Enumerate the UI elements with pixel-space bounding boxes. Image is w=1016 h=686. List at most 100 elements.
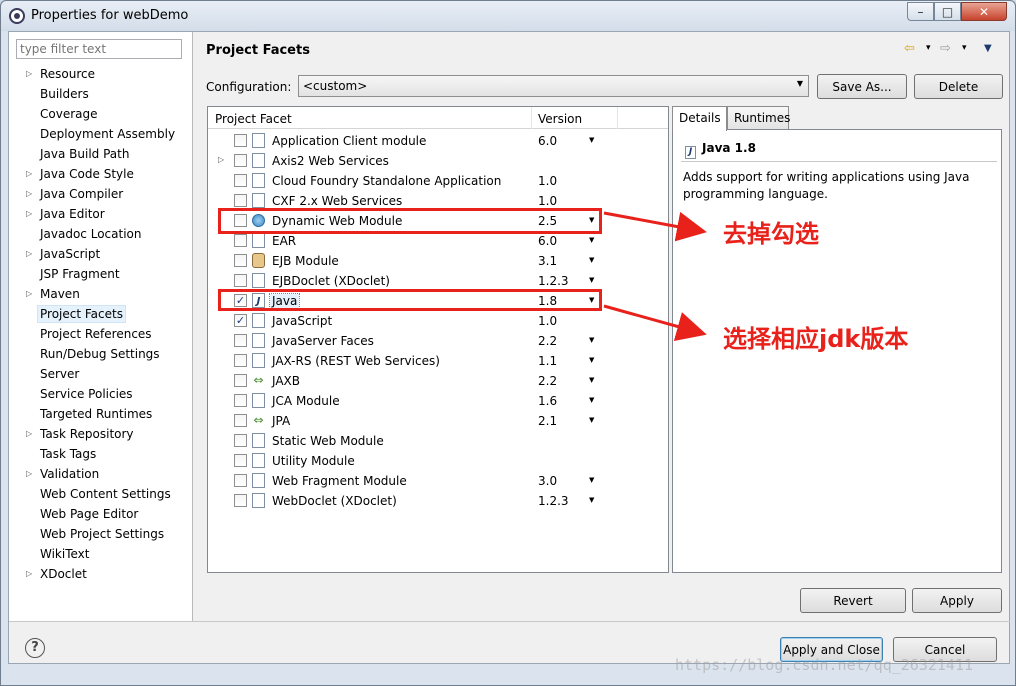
facet-checkbox[interactable]: [234, 494, 247, 507]
facet-version[interactable]: 2.2: [538, 334, 557, 348]
tab-runtimes[interactable]: Runtimes: [727, 106, 790, 130]
facet-checkbox[interactable]: [234, 454, 247, 467]
facet-checkbox[interactable]: [234, 434, 247, 447]
forward-arrow-icon[interactable]: ⇨: [940, 41, 951, 56]
sidebar-item-java-compiler[interactable]: ▷ Java Compiler: [9, 184, 193, 204]
sidebar-item-service-policies[interactable]: Service Policies: [9, 384, 193, 404]
column-header-version[interactable]: Version: [538, 112, 582, 126]
facet-version[interactable]: 1.2.3: [538, 274, 569, 288]
facet-row-static-web-module[interactable]: Static Web Module: [208, 431, 668, 451]
facet-version[interactable]: 2.2: [538, 374, 557, 388]
facet-checkbox[interactable]: [234, 474, 247, 487]
expand-arrow-icon[interactable]: ▷: [26, 564, 32, 584]
facet-checkbox[interactable]: [234, 414, 247, 427]
facet-checkbox[interactable]: [234, 134, 247, 147]
version-dropdown-icon[interactable]: ▼: [589, 236, 594, 244]
facet-version[interactable]: 2.1: [538, 414, 557, 428]
version-dropdown-icon[interactable]: ▼: [589, 256, 594, 264]
version-dropdown-icon[interactable]: ▼: [589, 396, 594, 404]
facet-checkbox[interactable]: [234, 154, 247, 167]
facet-version[interactable]: 6.0: [538, 234, 557, 248]
sidebar-item-java-build-path[interactable]: Java Build Path: [9, 144, 193, 164]
save-as-button[interactable]: Save As...: [817, 74, 907, 99]
version-dropdown-icon[interactable]: ▼: [589, 136, 594, 144]
sidebar-item-deployment-assembly[interactable]: Deployment Assembly: [9, 124, 193, 144]
expand-arrow-icon[interactable]: ▷: [26, 204, 32, 224]
facet-row-jaxb[interactable]: ⇔ JAXB 2.2 ▼: [208, 371, 668, 391]
sidebar-item-maven[interactable]: ▷ Maven: [9, 284, 193, 304]
facet-checkbox[interactable]: [234, 394, 247, 407]
filter-input[interactable]: [16, 39, 182, 59]
facet-row-ejbdoclet-xdoclet[interactable]: EJBDoclet (XDoclet) 1.2.3 ▼: [208, 271, 668, 291]
sidebar-item-targeted-runtimes[interactable]: Targeted Runtimes: [9, 404, 193, 424]
facet-row-jca-module[interactable]: JCA Module 1.6 ▼: [208, 391, 668, 411]
back-arrow-icon[interactable]: ⇦: [904, 41, 915, 56]
facet-checkbox[interactable]: [234, 354, 247, 367]
title-bar[interactable]: Properties for webDemo – □ ✕: [1, 1, 1015, 31]
tab-details[interactable]: Details: [672, 106, 727, 131]
facet-row-ear[interactable]: EAR 6.0 ▼: [208, 231, 668, 251]
view-menu-icon[interactable]: ▼: [984, 43, 992, 54]
sidebar-item-resource[interactable]: ▷ Resource: [9, 64, 193, 84]
facet-version[interactable]: 6.0: [538, 134, 557, 148]
sidebar-item-wikitext[interactable]: WikiText: [9, 544, 193, 564]
configuration-combo[interactable]: <custom> ▼: [298, 75, 809, 97]
facet-version[interactable]: 1.2.3: [538, 494, 569, 508]
facet-row-javaserver-faces[interactable]: JavaServer Faces 2.2 ▼: [208, 331, 668, 351]
facet-row-cloud-foundry-standalone-application[interactable]: Cloud Foundry Standalone Application 1.0: [208, 171, 668, 191]
help-icon[interactable]: ?: [25, 638, 45, 658]
sidebar-item-task-tags[interactable]: Task Tags: [9, 444, 193, 464]
facet-version[interactable]: 1.6: [538, 394, 557, 408]
facet-checkbox[interactable]: [234, 374, 247, 387]
sidebar-item-web-content-settings[interactable]: Web Content Settings: [9, 484, 193, 504]
sidebar-item-task-repository[interactable]: ▷ Task Repository: [9, 424, 193, 444]
maximize-button[interactable]: □: [934, 2, 961, 21]
facet-version[interactable]: 3.0: [538, 474, 557, 488]
version-dropdown-icon[interactable]: ▼: [589, 496, 594, 504]
revert-button[interactable]: Revert: [800, 588, 906, 613]
sidebar-item-project-references[interactable]: Project References: [9, 324, 193, 344]
version-dropdown-icon[interactable]: ▼: [589, 476, 594, 484]
sidebar-item-java-editor[interactable]: ▷ Java Editor: [9, 204, 193, 224]
facet-checkbox[interactable]: [234, 334, 247, 347]
apply-button[interactable]: Apply: [912, 588, 1002, 613]
facet-version[interactable]: 1.1: [538, 354, 557, 368]
column-header-project-facet[interactable]: Project Facet: [215, 112, 292, 126]
expand-arrow-icon[interactable]: ▷: [218, 155, 224, 164]
expand-arrow-icon[interactable]: ▷: [26, 464, 32, 484]
facet-row-jpa[interactable]: ⇔ JPA 2.1 ▼: [208, 411, 668, 431]
facet-checkbox[interactable]: [234, 234, 247, 247]
sidebar-item-builders[interactable]: Builders: [9, 84, 193, 104]
delete-button[interactable]: Delete: [914, 74, 1003, 99]
expand-arrow-icon[interactable]: ▷: [26, 244, 32, 264]
facet-version[interactable]: 3.1: [538, 254, 557, 268]
sidebar-item-coverage[interactable]: Coverage: [9, 104, 193, 124]
sidebar-item-web-page-editor[interactable]: Web Page Editor: [9, 504, 193, 524]
expand-arrow-icon[interactable]: ▷: [26, 164, 32, 184]
expand-arrow-icon[interactable]: ▷: [26, 184, 32, 204]
expand-arrow-icon[interactable]: ▷: [26, 64, 32, 84]
facet-row-javascript[interactable]: ✓ JavaScript 1.0: [208, 311, 668, 331]
sidebar-item-server[interactable]: Server: [9, 364, 193, 384]
version-dropdown-icon[interactable]: ▼: [589, 416, 594, 424]
sidebar-item-project-facets[interactable]: Project Facets: [9, 304, 193, 324]
facet-checkbox[interactable]: [234, 254, 247, 267]
facet-checkbox[interactable]: [234, 194, 247, 207]
version-dropdown-icon[interactable]: ▼: [589, 276, 594, 284]
sidebar-item-javadoc-location[interactable]: Javadoc Location: [9, 224, 193, 244]
version-dropdown-icon[interactable]: ▼: [589, 336, 594, 344]
facet-row-web-fragment-module[interactable]: Web Fragment Module 3.0 ▼: [208, 471, 668, 491]
sidebar-item-xdoclet[interactable]: ▷ XDoclet: [9, 564, 193, 584]
back-history-dropdown-icon[interactable]: ▾: [926, 43, 931, 53]
facet-row-axis2-web-services[interactable]: ▷ Axis2 Web Services: [208, 151, 668, 171]
sidebar-item-java-code-style[interactable]: ▷ Java Code Style: [9, 164, 193, 184]
facet-row-webdoclet-xdoclet[interactable]: WebDoclet (XDoclet) 1.2.3 ▼: [208, 491, 668, 511]
facet-checkbox[interactable]: [234, 274, 247, 287]
forward-history-dropdown-icon[interactable]: ▾: [962, 43, 967, 53]
version-dropdown-icon[interactable]: ▼: [589, 376, 594, 384]
version-dropdown-icon[interactable]: ▼: [589, 356, 594, 364]
facet-row-utility-module[interactable]: Utility Module: [208, 451, 668, 471]
facet-checkbox[interactable]: [234, 174, 247, 187]
sidebar-item-validation[interactable]: ▷ Validation: [9, 464, 193, 484]
expand-arrow-icon[interactable]: ▷: [26, 284, 32, 304]
